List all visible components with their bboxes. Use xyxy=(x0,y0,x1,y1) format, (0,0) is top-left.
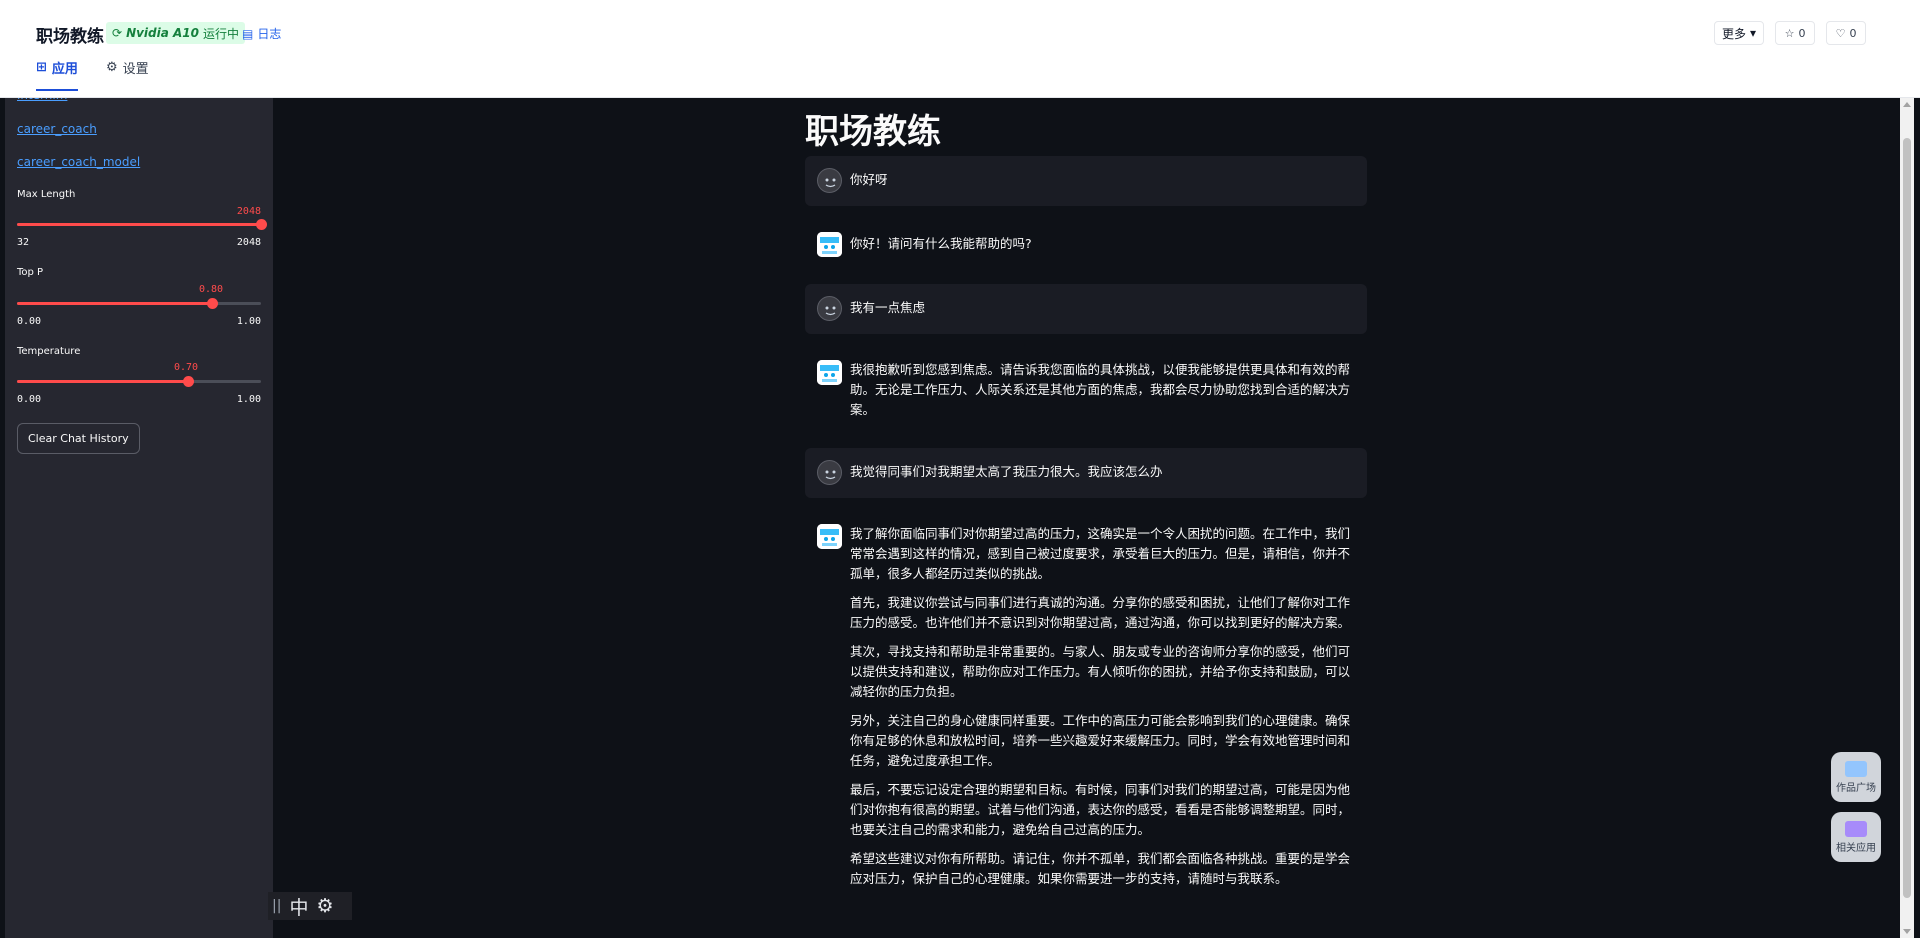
slider-thumb[interactable] xyxy=(256,219,267,230)
caret-down-icon: ▾ xyxy=(1750,26,1757,40)
star-icon: ☆ xyxy=(1784,26,1795,40)
star-button[interactable]: ☆ 0 xyxy=(1775,21,1815,45)
user-avatar-icon xyxy=(817,296,842,321)
top-p-slider[interactable] xyxy=(17,298,261,309)
gpu-label: Nvidia A10 xyxy=(126,26,200,40)
message-paragraph: 我了解你面临同事们对你期望过高的压力，这确实是一个令人困扰的问题。在工作中，我们… xyxy=(850,526,1351,581)
assistant-message: 我了解你面临同事们对你期望过高的压力，这确实是一个令人困扰的问题。在工作中，我们… xyxy=(805,512,1367,922)
message-text: 你好呀 xyxy=(850,170,1359,190)
tab-settings[interactable]: ⚙ 设置 xyxy=(106,58,149,89)
slider-fill xyxy=(17,223,261,226)
message-paragraph: 最后，不要忘记设定合理的期望和目标。有时候，同事们对我们的期望过高，可能是因为他… xyxy=(850,782,1351,837)
top-p-max: 1.00 xyxy=(236,316,261,327)
scroll-thumb[interactable] xyxy=(1903,138,1911,898)
status-badge: ⟳ Nvidia A10 运行中 xyxy=(106,22,246,44)
tab-app[interactable]: ⊞ 应用 xyxy=(36,58,78,91)
message-paragraph: 我觉得同事们对我期望太高了我压力很大。我应该怎么办 xyxy=(850,464,1163,479)
heart-icon: ♡ xyxy=(1835,26,1846,40)
grid-icon: ⊞ xyxy=(36,60,47,75)
page-title: 职场教练 xyxy=(805,112,941,152)
clear-chat-history-button[interactable]: Clear Chat History xyxy=(17,423,140,454)
message-text: 我很抱歉听到您感到焦虑。请告诉我您面临的具体挑战，以便我能够提供更具体和有效的帮… xyxy=(850,360,1359,420)
scroll-up-icon[interactable] xyxy=(1903,102,1911,107)
message-text: 你好！请问有什么我能帮助的吗? xyxy=(850,234,1359,254)
message-paragraph: 我很抱歉听到您感到焦虑。请告诉我您面临的具体挑战，以便我能够提供更具体和有效的帮… xyxy=(850,362,1351,417)
assistant-avatar-icon xyxy=(817,360,842,385)
more-label: 更多 xyxy=(1722,26,1747,41)
related-apps-button[interactable]: 相关应用 xyxy=(1831,812,1881,862)
message-paragraph: 希望这些建议对你有所帮助。请记住，你并不孤单，我们都会面临各种挑战。重要的是学会… xyxy=(850,851,1351,886)
gallery-button[interactable]: 作品广场 xyxy=(1831,752,1881,802)
top-p-min: 0.00 xyxy=(17,316,42,327)
main-content: 职场教练 你好呀你好！请问有什么我能帮助的吗? 我有一点焦虑我很抱歉听到您感到焦虑… xyxy=(273,98,1900,938)
message-paragraph: 其次，寻找支持和帮助是非常重要的。与家人、朋友或专业的咨询师分享你的感受，他们可… xyxy=(850,644,1351,699)
scroll-down-icon[interactable] xyxy=(1903,929,1911,934)
message-paragraph: 你好！请问有什么我能帮助的吗? xyxy=(850,236,1032,251)
tab-settings-label: 设置 xyxy=(122,62,149,77)
tab-app-label: 应用 xyxy=(51,62,78,77)
gallery-label: 作品广场 xyxy=(1836,782,1876,794)
user-avatar-icon xyxy=(817,168,842,193)
max-length-min: 32 xyxy=(17,237,30,248)
like-count: 0 xyxy=(1849,26,1857,40)
gallery-icon xyxy=(1845,760,1867,777)
gear-icon: ⚙ xyxy=(106,60,118,75)
log-label: 日志 xyxy=(257,27,282,41)
sidebar: internlm career_coach career_coach_model… xyxy=(5,88,273,938)
like-button[interactable]: ♡ 0 xyxy=(1826,21,1866,45)
app-title: 职场教练 xyxy=(36,27,104,47)
user-message: 你好呀 xyxy=(805,156,1367,206)
assistant-avatar-icon xyxy=(817,232,842,257)
user-message: 我有一点焦虑 xyxy=(805,284,1367,334)
more-button[interactable]: 更多 ▾ xyxy=(1714,21,1765,45)
related-apps-label: 相关应用 xyxy=(1836,842,1876,854)
log-link[interactable]: ▤ 日志 xyxy=(242,25,281,42)
page-scrollbar[interactable] xyxy=(1900,98,1914,938)
message-text: 我觉得同事们对我期望太高了我压力很大。我应该怎么办 xyxy=(850,462,1359,482)
user-message: 我觉得同事们对我期望太高了我压力很大。我应该怎么办 xyxy=(805,448,1367,498)
link-career-coach-model[interactable]: career_coach_model xyxy=(17,155,140,169)
temperature-label: Temperature xyxy=(17,346,81,357)
assistant-message: 我很抱歉听到您感到焦虑。请告诉我您面临的具体挑战，以便我能够提供更具体和有效的帮… xyxy=(805,348,1367,448)
max-length-slider[interactable] xyxy=(17,219,267,230)
max-length-label: Max Length xyxy=(17,189,76,200)
top-header: 职场教练 ⟳ Nvidia A10 运行中 ▤ 日志 ⊞ 应用 ⚙ 设置 更多 … xyxy=(0,0,1920,98)
log-icon: ▤ xyxy=(242,26,254,41)
user-avatar-icon xyxy=(817,460,842,485)
temperature-value: 0.70 xyxy=(174,362,199,373)
assistant-message: 你好！请问有什么我能帮助的吗? xyxy=(805,220,1367,270)
assistant-avatar-icon xyxy=(817,524,842,549)
top-p-label: Top P xyxy=(17,267,44,278)
running-icon: ⟳ xyxy=(112,26,123,40)
temperature-slider[interactable] xyxy=(17,376,261,387)
link-career-coach[interactable]: career_coach xyxy=(17,122,97,136)
message-paragraph: 你好呀 xyxy=(850,172,888,187)
related-apps-icon xyxy=(1845,820,1867,837)
message-paragraph: 首先，我建议你尝试与同事们进行真诚的沟通。分享你的感受和困扰，让他们了解你对工作… xyxy=(850,595,1351,630)
temperature-min: 0.00 xyxy=(17,394,42,405)
status-text: 运行中 xyxy=(203,26,240,41)
max-length-max: 2048 xyxy=(236,237,261,248)
slider-thumb[interactable] xyxy=(182,376,194,387)
message-text: 我了解你面临同事们对你期望过高的压力，这确实是一个令人困扰的问题。在工作中，我们… xyxy=(850,524,1359,898)
message-paragraph: 我有一点焦虑 xyxy=(850,300,926,315)
star-count: 0 xyxy=(1798,26,1806,40)
message-paragraph: 另外，关注自己的身心健康同样重要。工作中的高压力可能会影响到我们的心理健康。确保… xyxy=(850,713,1351,768)
slider-thumb[interactable] xyxy=(207,298,219,309)
top-p-value: 0.80 xyxy=(199,284,224,295)
temperature-max: 1.00 xyxy=(236,394,261,405)
max-length-value: 2048 xyxy=(236,206,261,217)
slider-fill xyxy=(17,380,188,383)
message-text: 我有一点焦虑 xyxy=(850,298,1359,318)
slider-fill xyxy=(17,302,213,305)
